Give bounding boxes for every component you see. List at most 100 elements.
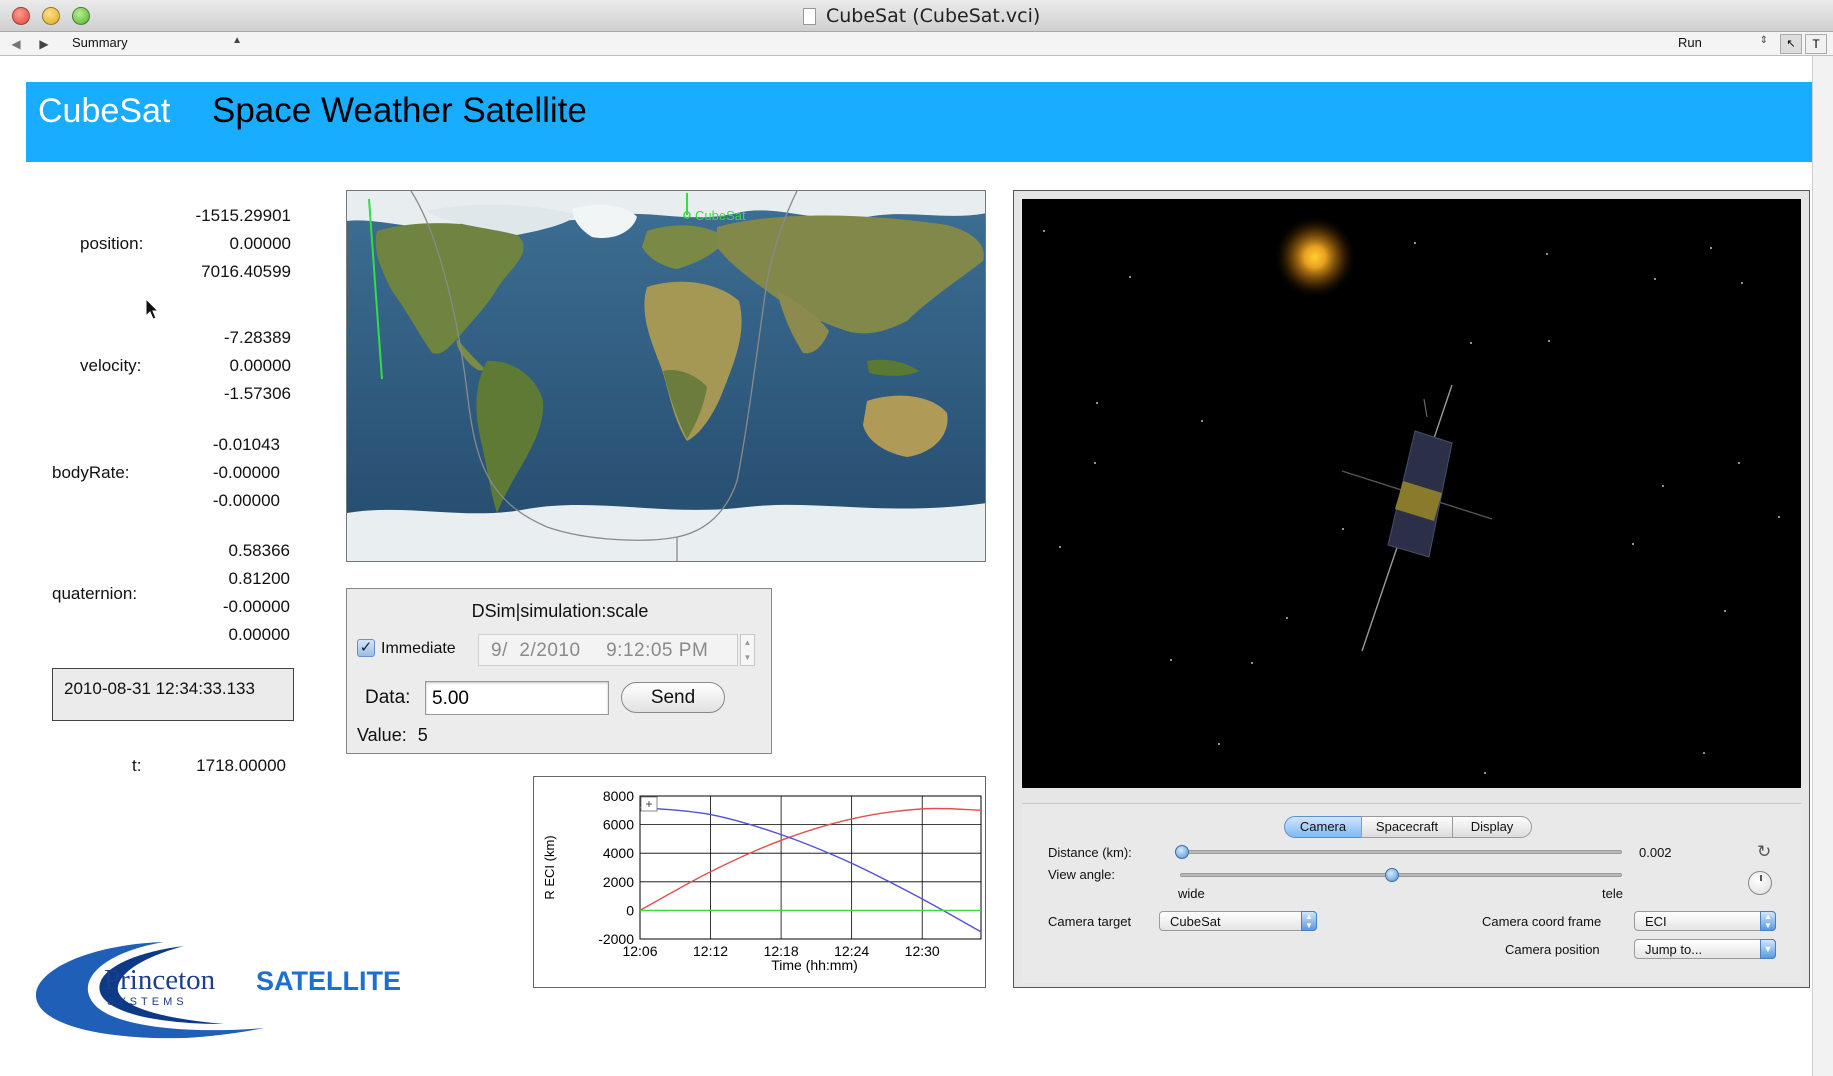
- rotation-knob-icon[interactable]: [1748, 871, 1772, 895]
- view-select-value: Summary: [72, 35, 128, 50]
- logo-line3: SYSTEMS: [107, 996, 188, 1008]
- text-tool-icon[interactable]: T: [1805, 34, 1827, 54]
- position-y-value: 0.00000: [229, 234, 291, 253]
- chevron-down-icon: ▼: [1760, 939, 1776, 959]
- view-angle-label: View angle:: [1048, 867, 1115, 882]
- logo-line1: Princeton: [104, 964, 216, 996]
- y-tick-label: 6000: [603, 817, 634, 833]
- y-tick-label: 4000: [603, 845, 634, 861]
- x-axis-label: Time (hh:mm): [771, 957, 858, 973]
- minimize-window-button[interactable]: [42, 7, 60, 25]
- distance-value: 0.002: [1639, 845, 1672, 860]
- satellite-marker-label: CubeSat: [695, 208, 746, 223]
- forward-arrow-icon[interactable]: ▶: [34, 35, 54, 53]
- reset-icon[interactable]: ↻: [1757, 842, 1771, 862]
- camera-coord-frame-value: ECI: [1645, 914, 1667, 929]
- camera-controls: Camera Spacecraft Display Distance (km):…: [1022, 803, 1801, 983]
- 3d-viewport[interactable]: [1022, 199, 1801, 788]
- date-stepper[interactable]: ▲ ▼: [740, 634, 755, 666]
- quaternion-3-value: -0.00000: [222, 597, 290, 616]
- camera-target-label: Camera target: [1048, 914, 1132, 929]
- updown-icon: ⇕: [1759, 35, 1768, 46]
- position-x-value: -1515.29901: [195, 206, 291, 225]
- simulation-scale-panel: DSim|simulation:scale ✓ Immediate 9/ 2/2…: [346, 588, 772, 754]
- view-angle-slider[interactable]: [1180, 873, 1622, 877]
- brand-label: CubeSat: [38, 92, 171, 130]
- send-button[interactable]: Send: [621, 682, 725, 713]
- velocity-y-value: 0.00000: [229, 356, 291, 375]
- page-title: Space Weather Satellite: [212, 91, 587, 130]
- tele-label: tele: [1602, 886, 1623, 901]
- date-value: 9/ 2/2010: [491, 640, 581, 661]
- camera-position-label: Camera position: [1505, 942, 1600, 957]
- date-time-field[interactable]: 9/ 2/2010 9:12:05 PM: [478, 634, 738, 666]
- close-window-button[interactable]: [12, 7, 30, 25]
- velocity-x-value: -7.28389: [223, 328, 291, 347]
- mode-select[interactable]: Run ⇕: [1678, 35, 1768, 53]
- updown-icon: ▲ ▼: [1760, 911, 1776, 931]
- quaternion-1-value: 0.58366: [228, 541, 290, 560]
- camera-position-select[interactable]: Jump to... ▼: [1634, 939, 1776, 959]
- sim-panel-title: DSim|simulation:scale: [471, 601, 649, 621]
- data-label: Data:: [365, 687, 411, 708]
- zoom-window-button[interactable]: [72, 7, 90, 25]
- camera-target-value: CubeSat: [1170, 914, 1221, 929]
- camera-target-select[interactable]: CubeSat ▲ ▼: [1159, 911, 1317, 931]
- quaternion-4-value: 0.00000: [228, 625, 290, 644]
- pointer-tool-icon[interactable]: ↖: [1780, 34, 1802, 54]
- position-z-value: 7016.40599: [201, 262, 291, 281]
- t-value: 1718.00000: [196, 756, 286, 775]
- y-tick-label: 8000: [603, 788, 634, 804]
- immediate-label: Immediate: [381, 640, 456, 657]
- page-header: CubeSat Space Weather Satellite: [26, 82, 1812, 162]
- viewer-panel: Camera Spacecraft Display Distance (km):…: [1013, 190, 1810, 988]
- quaternion-label: quaternion:: [52, 584, 138, 603]
- tab-camera[interactable]: Camera: [1284, 816, 1362, 838]
- back-arrow-icon[interactable]: ◀: [6, 35, 26, 53]
- tab-spacecraft[interactable]: Spacecraft: [1361, 816, 1453, 838]
- time-value: 9:12:05 PM: [606, 640, 709, 661]
- plot-area: [639, 795, 982, 940]
- velocity-label: velocity:: [80, 356, 142, 375]
- space-scene: [1043, 215, 1780, 774]
- value-number: 5: [417, 725, 428, 745]
- r-eci-chart: 80006000400020000-200012:06 12:12 12:18 12:…: [542, 788, 982, 973]
- r-eci-plot: 8000 6000 4000 2000 0 -2000 12:06 12:12 12:18 12:…: [533, 776, 986, 988]
- sun-icon: [1273, 215, 1357, 299]
- ground-track-map[interactable]: CubeSat: [346, 190, 986, 562]
- mouse-cursor-icon: [145, 298, 160, 320]
- vertical-scrollbar[interactable]: [1812, 56, 1833, 1076]
- bodyrate-z-value: -0.00000: [212, 491, 280, 510]
- tab-display[interactable]: Display: [1452, 816, 1532, 838]
- world-map: CubeSat: [347, 191, 985, 561]
- view-select[interactable]: Summary ▲: [72, 35, 242, 53]
- x-tick-label: 12:12: [693, 943, 728, 959]
- logo-line2: SATELLITE: [256, 966, 401, 996]
- princeton-satellite-logo: Princeton SATELLITE SYSTEMS: [34, 940, 454, 1042]
- immediate-checkbox[interactable]: ✓: [357, 639, 375, 657]
- value-label: Value:: [357, 725, 407, 745]
- distance-slider-thumb[interactable]: [1175, 845, 1189, 859]
- position-label: position:: [80, 234, 144, 253]
- bodyrate-x-value: -0.01043: [212, 435, 280, 454]
- y-axis-label: R ECI (km): [542, 835, 557, 899]
- camera-coord-frame-label: Camera coord frame: [1482, 914, 1602, 929]
- updown-icon: ▲ ▼: [1301, 911, 1317, 931]
- bodyrate-y-value: -0.00000: [212, 463, 280, 482]
- view-angle-slider-thumb[interactable]: [1385, 868, 1400, 882]
- updown-icon: ▲: [232, 35, 242, 46]
- bodyrate-label: bodyRate:: [52, 463, 130, 482]
- value-readout: Value: 5: [357, 725, 428, 746]
- distance-slider[interactable]: [1180, 850, 1622, 854]
- app-window: CubeSat (CubeSat.vci) ◀ ▶ Summary ▲ Run …: [0, 0, 1833, 1076]
- window-title: CubeSat (CubeSat.vci): [826, 5, 1041, 27]
- document-icon: [803, 8, 816, 25]
- toolbar: ◀ ▶ Summary ▲ Run ⇕ ↖ T: [0, 32, 1833, 56]
- x-tick-label: 12:30: [905, 943, 940, 959]
- datetime-readout: 2010-08-31 12:34:33.133: [52, 668, 294, 721]
- y-tick-label: 2000: [603, 874, 634, 890]
- x-tick-label: 12:06: [622, 943, 657, 959]
- data-input[interactable]: 5.00: [425, 681, 609, 715]
- camera-coord-frame-select[interactable]: ECI ▲ ▼: [1634, 911, 1776, 931]
- velocity-z-value: -1.57306: [223, 384, 291, 403]
